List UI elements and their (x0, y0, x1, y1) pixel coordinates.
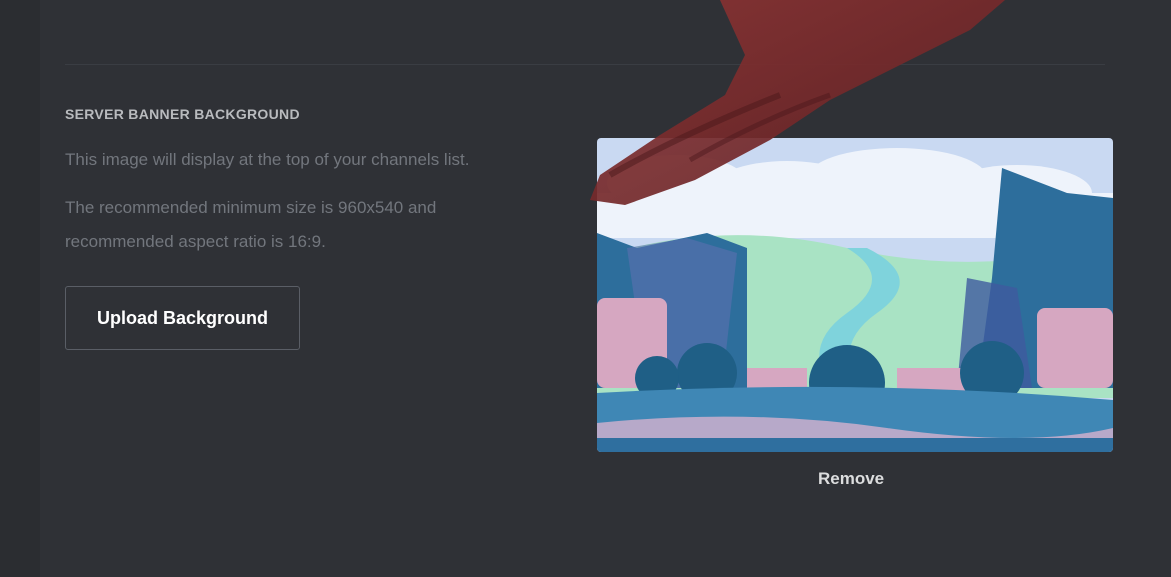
banner-description-line-2: The recommended minimum size is 960x540 … (65, 198, 437, 251)
sidebar-edge (0, 0, 40, 577)
section-divider (65, 64, 1105, 65)
banner-description-line-1: This image will display at the top of yo… (65, 150, 470, 169)
section-title: SERVER BANNER BACKGROUND (65, 106, 300, 122)
banner-image (597, 138, 1113, 452)
upload-background-button[interactable]: Upload Background (65, 286, 300, 350)
server-settings-panel: SERVER BANNER BACKGROUND This image will… (0, 0, 1171, 577)
banner-preview (597, 138, 1113, 452)
remove-background-link[interactable]: Remove (818, 469, 884, 489)
